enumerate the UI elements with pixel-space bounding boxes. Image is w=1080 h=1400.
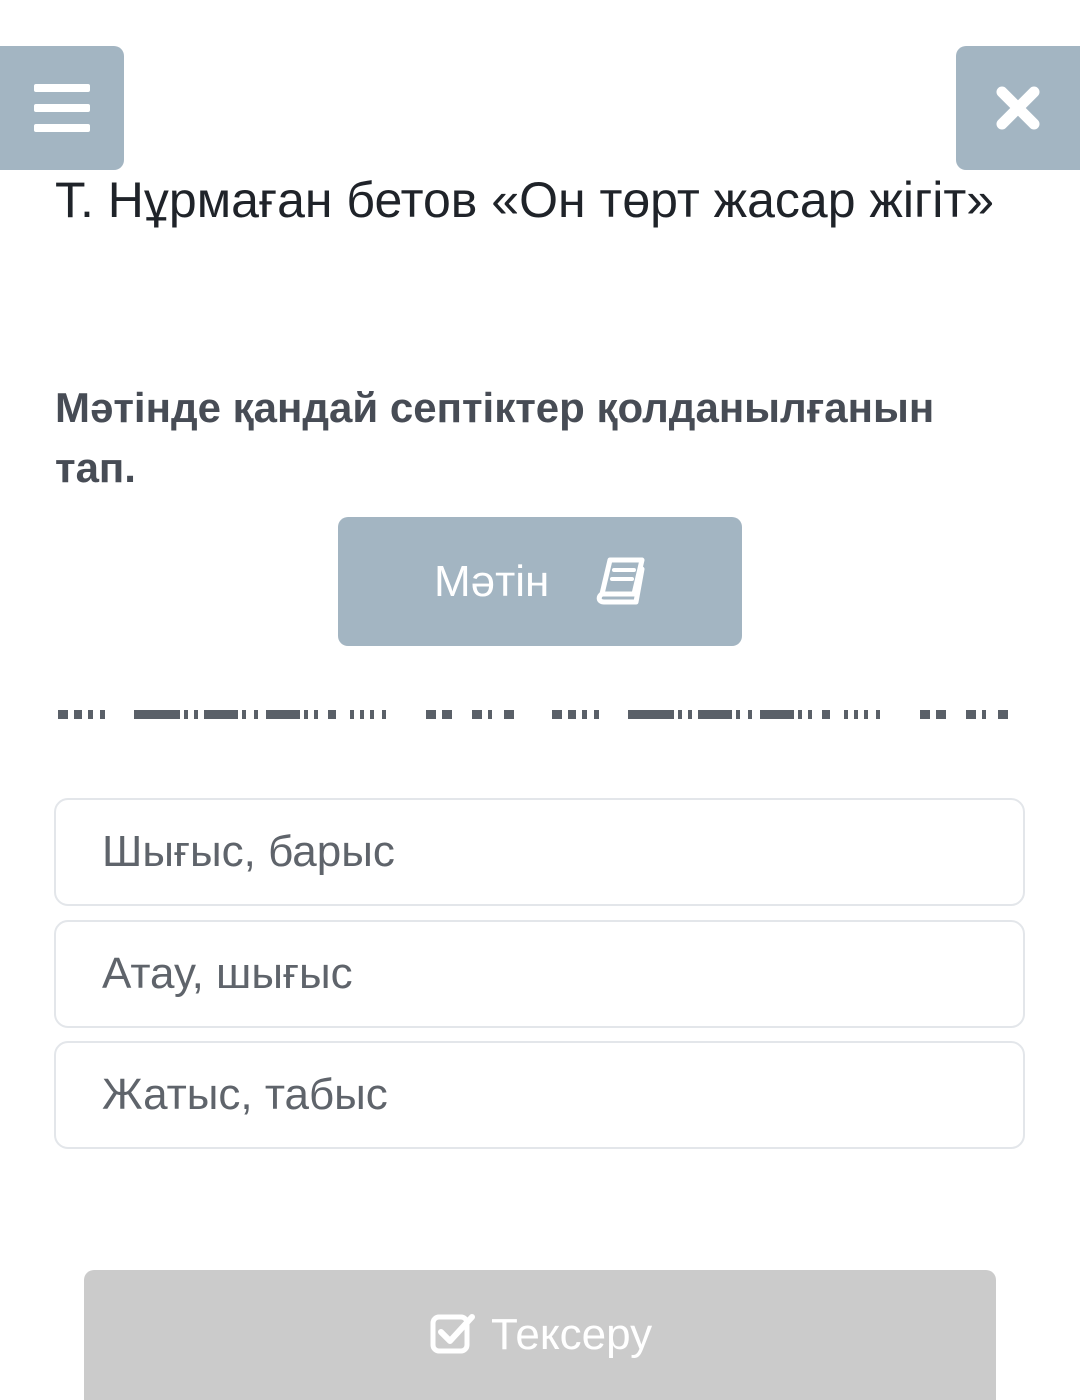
dash-segment	[426, 710, 436, 719]
dash-segment	[350, 710, 354, 719]
dash-segment	[100, 710, 105, 719]
dash-segment	[760, 710, 794, 719]
dash-segment	[314, 710, 318, 719]
dash-segment	[876, 710, 880, 719]
menu-button[interactable]	[0, 46, 124, 170]
check-button-label: Тексеру	[491, 1310, 653, 1359]
text-button-label: Мәтін	[434, 557, 550, 606]
dash-segment	[688, 710, 692, 719]
dash-segment	[936, 710, 946, 719]
answer-option-label: Жатыс, табыс	[102, 1070, 388, 1119]
dash-segment	[864, 710, 868, 719]
dash-segment	[698, 710, 732, 719]
dash-segment	[360, 710, 364, 719]
dash-segment	[628, 710, 674, 719]
dash-segment	[822, 710, 830, 719]
dash-segment	[472, 710, 482, 719]
dash-segment	[74, 710, 82, 719]
dash-segment	[998, 710, 1008, 719]
dash-segment	[748, 710, 752, 719]
dash-segment	[328, 710, 336, 719]
dash-segment	[242, 710, 246, 719]
dash-segment	[266, 710, 300, 719]
text-button[interactable]: Мәтін	[338, 517, 742, 646]
dash-segment	[982, 710, 986, 719]
dash-segment	[568, 710, 576, 719]
dash-segment	[488, 710, 492, 719]
page-title: Т. Нұрмаған бетов «Он төрт жасар жігіт»	[55, 172, 995, 228]
answer-blank-line	[58, 710, 1008, 719]
dash-segment	[88, 710, 93, 719]
dash-segment	[552, 710, 562, 719]
dash-segment	[504, 710, 514, 719]
dash-segment	[254, 710, 258, 719]
close-x-icon	[996, 86, 1040, 130]
dash-segment	[304, 710, 308, 719]
dash-segment	[134, 710, 180, 719]
answer-option-label: Шығыс, барыс	[102, 827, 395, 876]
dash-segment	[678, 710, 682, 719]
answer-option-3[interactable]: Жатыс, табыс	[54, 1041, 1025, 1149]
dash-segment	[58, 710, 68, 719]
dash-segment	[382, 710, 386, 719]
hamburger-menu-icon	[34, 84, 90, 132]
book-icon	[596, 557, 645, 605]
dash-segment	[594, 710, 599, 719]
dash-segment	[194, 710, 198, 719]
dash-segment	[184, 710, 188, 719]
dash-segment	[582, 710, 587, 719]
checkbox-icon	[430, 1314, 475, 1354]
answer-option-2[interactable]: Атау, шығыс	[54, 920, 1025, 1028]
dash-segment	[844, 710, 848, 719]
dash-segment	[808, 710, 812, 719]
answer-option-1[interactable]: Шығыс, барыс	[54, 798, 1025, 906]
question-text: Мәтінде қандай септіктер қолданылғанын т…	[55, 384, 935, 491]
dash-segment	[920, 710, 930, 719]
dash-segment	[854, 710, 858, 719]
answer-option-label: Атау, шығыс	[102, 949, 353, 998]
dash-segment	[370, 710, 374, 719]
check-button[interactable]: Тексеру	[84, 1270, 996, 1400]
close-button[interactable]	[956, 46, 1080, 170]
dash-segment	[736, 710, 740, 719]
dash-segment	[204, 710, 238, 719]
dash-segment	[442, 710, 452, 719]
dash-segment	[798, 710, 802, 719]
dash-segment	[966, 710, 976, 719]
